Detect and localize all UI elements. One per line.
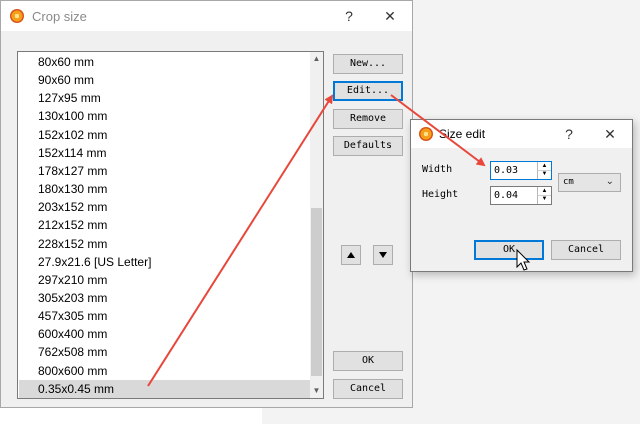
annotation-arrow-to-width (390, 94, 486, 167)
annotation-overlay (147, 94, 531, 387)
mouse-cursor-icon (516, 248, 531, 271)
annotation-arrow-to-edit (147, 94, 334, 387)
